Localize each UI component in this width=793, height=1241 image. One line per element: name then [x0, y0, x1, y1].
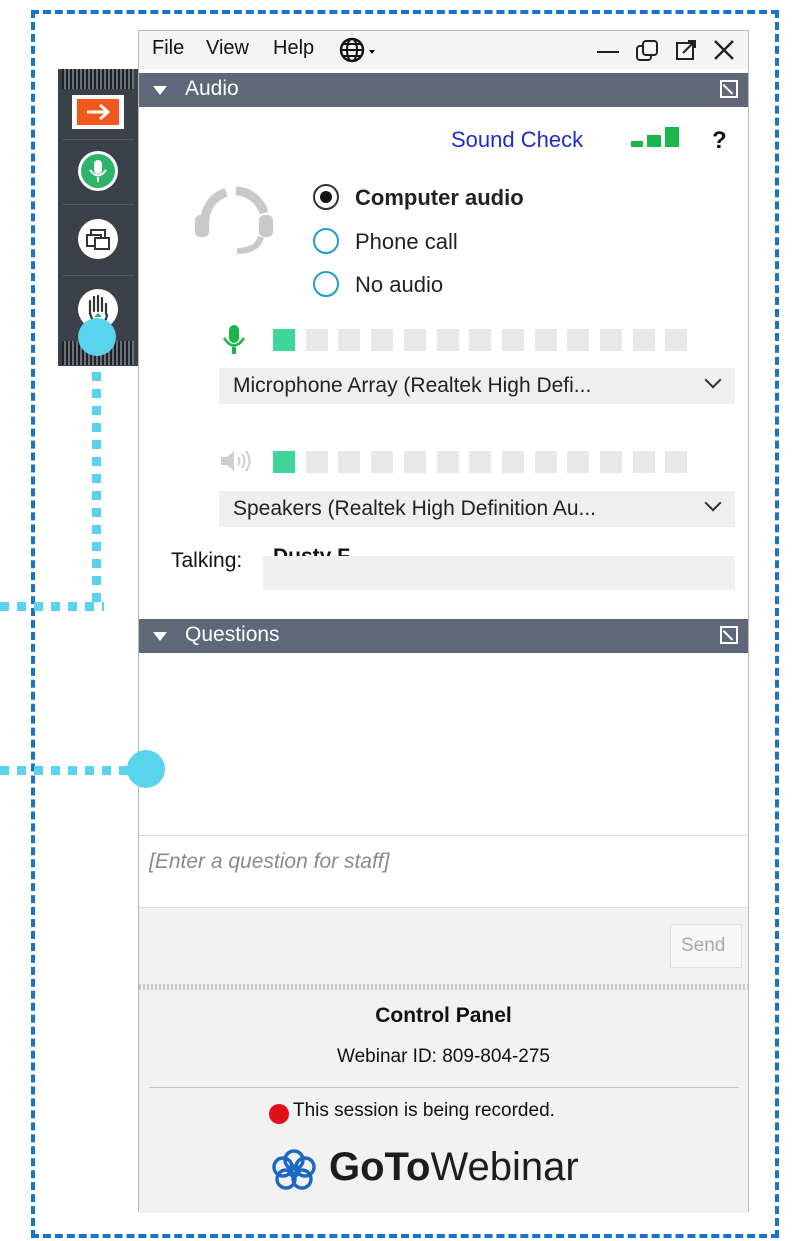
recording-notice: This session is being recorded. — [293, 1100, 555, 1121]
meter-segment — [600, 451, 622, 473]
meter-segment — [469, 451, 492, 473]
radio-label: Phone call — [355, 229, 458, 254]
meter-segment — [403, 451, 426, 473]
menu-help[interactable]: Help — [270, 37, 317, 60]
meter-segment — [632, 451, 655, 473]
speakers-select[interactable]: Speakers (Realtek High Definition Au... — [219, 491, 735, 527]
chevron-down-icon — [704, 371, 722, 389]
microphone-select-value: Microphone Array (Realtek High Defi... — [233, 374, 592, 397]
meter-segment — [371, 329, 394, 351]
meter-segment — [469, 329, 492, 351]
control-panel-title: Control Panel — [375, 1004, 512, 1027]
questions-section-header[interactable]: Questions — [139, 619, 748, 653]
popout-icon — [676, 40, 696, 60]
question-compose-area: Send — [139, 907, 748, 992]
speaker-level-meter — [273, 451, 713, 473]
signal-strength-icon — [631, 127, 687, 149]
meter-segment — [273, 329, 295, 351]
question-input-placeholder: [Enter a question for staff] — [149, 850, 390, 873]
recording-indicator-icon — [269, 1104, 289, 1124]
toolbar-grip-top[interactable] — [62, 69, 134, 89]
headset-icon — [191, 179, 277, 257]
restore-icon — [636, 40, 658, 61]
radio-label: No audio — [355, 272, 444, 297]
talking-label: Talking: — [171, 549, 243, 572]
radio-label: Computer audio — [355, 185, 524, 210]
meter-segment — [501, 329, 524, 351]
audio-popout-icon[interactable] — [720, 80, 738, 98]
mic-level-meter — [273, 329, 713, 351]
speaker-level-icon — [219, 449, 255, 473]
meter-segment — [338, 451, 361, 473]
control-panel-footer: Control Panel Webinar ID: 809-804-275 Th… — [139, 991, 748, 1213]
menu-view[interactable]: View — [203, 37, 252, 60]
logo-goto: GoTo — [329, 1145, 431, 1189]
close-button[interactable] — [713, 39, 735, 61]
meter-segment — [632, 329, 655, 351]
meter-segment — [600, 329, 622, 351]
collapse-panel-button[interactable] — [72, 95, 124, 129]
questions-section-title: Questions — [185, 623, 280, 646]
meter-segment — [501, 451, 524, 473]
microphone-toggle-button[interactable] — [70, 149, 126, 193]
radio-button[interactable] — [313, 228, 339, 254]
control-panel-window: File View Help Audio Sound Check ? Compu… — [138, 30, 749, 1213]
radio-button[interactable] — [313, 184, 339, 210]
gotowebinar-flower-icon — [269, 1149, 319, 1193]
gotowebinar-logo: GoToWebinar — [329, 1145, 579, 1190]
help-button[interactable]: ? — [712, 127, 727, 155]
microphone-icon — [78, 151, 118, 191]
webinar-id: Webinar ID: 809-804-275 — [337, 1046, 550, 1067]
sound-check-link[interactable]: Sound Check — [451, 127, 583, 153]
speakers-select-value: Speakers (Realtek High Definition Au... — [233, 497, 597, 520]
meter-segment — [436, 451, 459, 473]
questions-popout-icon[interactable] — [720, 626, 738, 644]
annotation-dot-toolbar — [78, 318, 116, 356]
chevron-down-icon — [704, 494, 722, 512]
meter-segment — [371, 451, 394, 473]
meter-segment — [567, 451, 590, 473]
globe-icon — [339, 37, 375, 63]
menu-bar: File View Help — [139, 31, 748, 69]
meter-segment — [534, 451, 557, 473]
questions-log — [139, 653, 748, 835]
annotation-connector-upper — [0, 602, 104, 611]
annotation-dot-questions — [127, 750, 165, 788]
audio-section-header[interactable]: Audio — [139, 73, 748, 107]
popout-button[interactable] — [675, 39, 697, 61]
meter-segment — [305, 329, 328, 351]
collapse-triangle-icon — [153, 632, 167, 641]
resize-handle[interactable] — [139, 984, 748, 990]
collapse-triangle-icon — [153, 86, 167, 95]
language-menu[interactable] — [339, 37, 385, 63]
meter-segment — [436, 329, 459, 351]
meter-segment — [403, 329, 426, 351]
footer-divider — [149, 1087, 739, 1088]
meter-segment — [305, 451, 328, 473]
talking-name-field — [263, 556, 735, 590]
send-button-label: Send — [681, 935, 726, 956]
arrow-right-icon — [77, 99, 119, 125]
microphone-select[interactable]: Microphone Array (Realtek High Defi... — [219, 368, 735, 404]
question-input[interactable]: [Enter a question for staff] — [139, 836, 748, 906]
meter-segment — [338, 329, 361, 351]
meter-segment — [665, 451, 688, 473]
mic-level-icon — [221, 325, 247, 355]
meter-segment — [273, 451, 295, 473]
close-icon — [714, 40, 734, 60]
logo-webinar: Webinar — [430, 1145, 579, 1189]
annotation-connector-lower — [0, 766, 135, 775]
annotation-connector-vertical — [92, 338, 101, 608]
screen-viewer-button[interactable] — [70, 217, 126, 261]
meter-segment — [534, 329, 557, 351]
meter-segment — [567, 329, 590, 351]
radio-button[interactable] — [313, 271, 339, 297]
send-button[interactable]: Send — [670, 924, 742, 968]
audio-section-title: Audio — [185, 77, 239, 100]
meter-segment — [665, 329, 688, 351]
restore-button[interactable] — [635, 39, 659, 63]
screen-share-icon — [78, 219, 118, 259]
menu-file[interactable]: File — [149, 37, 187, 60]
minimize-button[interactable] — [597, 51, 619, 53]
